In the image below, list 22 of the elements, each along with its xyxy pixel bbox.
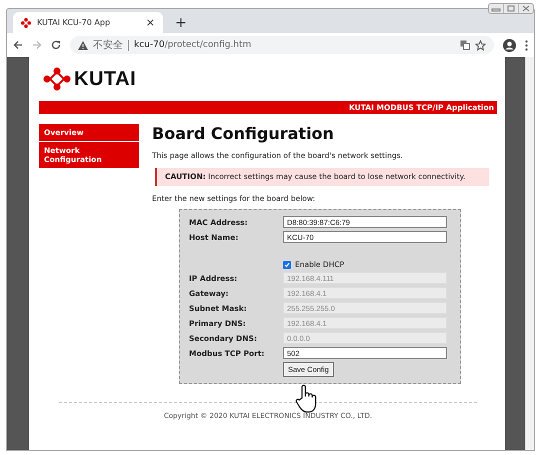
logo-icon [21, 18, 31, 28]
reload-icon[interactable] [51, 40, 61, 50]
security-label[interactable]: 不安全 [93, 40, 129, 50]
scrollbar[interactable] [525, 57, 534, 450]
menu-icon[interactable] [525, 40, 528, 50]
page-heading: Board Configuration [152, 124, 335, 143]
translate-icon[interactable] [460, 40, 470, 50]
account-icon[interactable] [503, 38, 516, 52]
new-tab-button[interactable]: + [175, 16, 187, 30]
back-icon[interactable] [13, 40, 23, 50]
url-host: kcu-70 [134, 40, 165, 50]
url-path: /protect/config.htm [164, 40, 252, 50]
tab-close-button[interactable]: × [146, 16, 155, 29]
browser-tab[interactable]: KUTAI KCU-70 App × [13, 12, 163, 33]
brand-logo: KUTAI [74, 68, 136, 90]
tab-title: KUTAI KCU-70 App [37, 18, 112, 27]
hand-cursor-icon [294, 384, 318, 414]
address-bar[interactable]: 不安全 kcu-70/protect/config.htm [70, 36, 494, 54]
logo-icon [42, 67, 72, 91]
warning-icon [78, 40, 88, 50]
star-icon[interactable] [475, 40, 486, 50]
checkbox[interactable] [283, 260, 291, 268]
